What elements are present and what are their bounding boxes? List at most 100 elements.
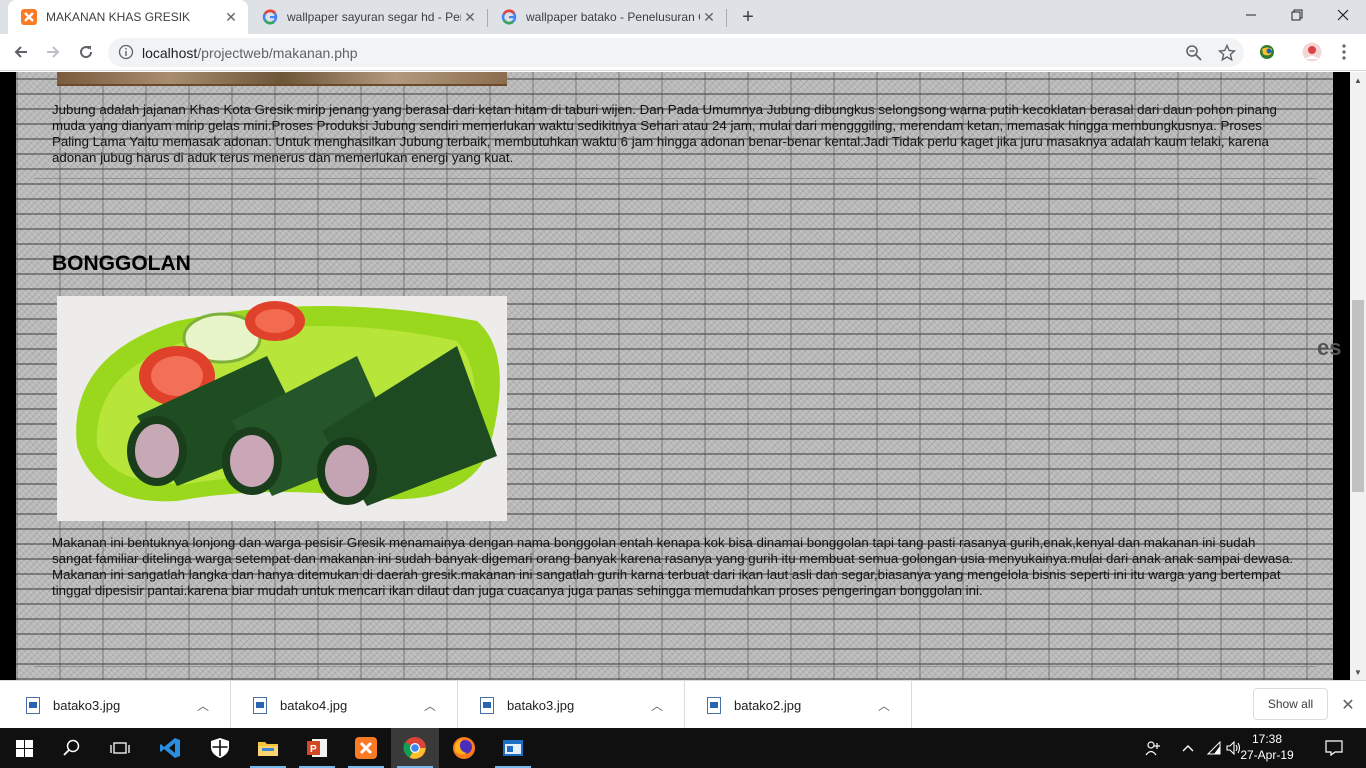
- url-path: /projectweb/makanan.php: [197, 45, 358, 61]
- forward-arrow-icon: [47, 46, 60, 58]
- download-item[interactable]: batako3.jpg ︿: [4, 681, 231, 729]
- chrome-icon: [403, 737, 426, 759]
- xampp-icon: [355, 737, 377, 759]
- download-filename: batako2.jpg: [734, 697, 802, 713]
- bonggolan-image: [57, 296, 507, 521]
- url-text: localhost/projectweb/makanan.php: [142, 45, 358, 61]
- chrome-menu-button[interactable]: [1330, 38, 1358, 66]
- brick-wall-background: Jubung adalah jajanan Khas Kota Gresik m…: [16, 72, 1333, 680]
- close-tab-icon[interactable]: ✕: [461, 8, 479, 26]
- chevron-up-icon[interactable]: ︿: [421, 697, 439, 714]
- task-view-icon: [110, 742, 130, 754]
- bookmark-star-icon[interactable]: [1218, 44, 1236, 62]
- image-file-icon: [26, 696, 40, 714]
- system-clock[interactable]: 17:38 27-Apr-19: [1236, 731, 1298, 763]
- image-file-icon: [480, 696, 494, 714]
- clock-date: 27-Apr-19: [1240, 748, 1294, 762]
- powerpoint-icon: P: [307, 739, 327, 757]
- close-window-button[interactable]: [1320, 0, 1366, 30]
- people-icon[interactable]: [1142, 728, 1164, 768]
- minimize-button[interactable]: [1228, 0, 1274, 30]
- notification-icon[interactable]: [1318, 728, 1350, 768]
- xampp-icon: [21, 9, 37, 25]
- image-file-icon: [707, 696, 721, 714]
- scroll-down-icon[interactable]: ▼: [1350, 664, 1366, 680]
- task-view-button[interactable]: [96, 728, 144, 768]
- vscode-icon: [160, 738, 180, 758]
- taskbar-powerpoint[interactable]: P: [293, 728, 341, 768]
- browser-toolbar: localhost/projectweb/makanan.php: [0, 34, 1366, 71]
- back-button[interactable]: [7, 38, 35, 66]
- taskbar-app-window[interactable]: [489, 728, 537, 768]
- scroll-thumb[interactable]: [1352, 300, 1364, 492]
- avatar-icon: [1302, 42, 1322, 62]
- folder-icon: [258, 742, 278, 756]
- download-item[interactable]: batako4.jpg ︿: [231, 681, 458, 729]
- close-shelf-icon[interactable]: ✕: [1338, 695, 1358, 715]
- wifi-icon[interactable]: [1204, 728, 1222, 768]
- bonggolan-description: Makanan ini bentuknya lonjong dan warga …: [52, 535, 1294, 598]
- download-filename: batako3.jpg: [507, 697, 575, 713]
- scroll-up-icon[interactable]: ▲: [1350, 72, 1366, 88]
- jubung-image-bottom: [57, 72, 507, 86]
- extension-globe-icon: [1260, 45, 1274, 59]
- bonggolan-heading: BONGGOLAN: [52, 252, 191, 275]
- taskbar-firefox[interactable]: [440, 728, 488, 768]
- close-tab-icon[interactable]: ✕: [700, 8, 718, 26]
- section-divider: [34, 178, 1316, 179]
- tab-title: wallpaper batako - Penelusuran G: [526, 10, 700, 24]
- address-bar[interactable]: localhost/projectweb/makanan.php: [108, 38, 1244, 67]
- info-icon[interactable]: [118, 44, 134, 60]
- tab-separator: [726, 9, 727, 27]
- download-filename: batako3.jpg: [53, 697, 121, 713]
- back-arrow-icon: [14, 46, 27, 58]
- download-shelf: batako3.jpg ︿ batako4.jpg ︿ batako3.jpg …: [0, 680, 1366, 729]
- chevron-up-icon[interactable]: ︿: [648, 697, 666, 714]
- clock-time: 17:38: [1251, 732, 1283, 746]
- show-all-button[interactable]: Show all: [1253, 688, 1328, 720]
- windows-logo-icon: [15, 739, 33, 757]
- tab-title: wallpaper sayuran segar hd - Pen: [287, 10, 461, 24]
- shield-icon: [211, 738, 229, 758]
- search-icon: [63, 739, 80, 756]
- google-icon: [501, 9, 517, 25]
- start-button[interactable]: [0, 728, 48, 768]
- download-item[interactable]: batako3.jpg ︿: [458, 681, 685, 729]
- tab-batako[interactable]: wallpaper batako - Penelusuran G ✕: [488, 0, 726, 34]
- windows-taskbar: P 17:38 27-Apr-19: [0, 728, 1366, 768]
- search-button[interactable]: [48, 728, 96, 768]
- more-vertical-icon: [1342, 44, 1346, 60]
- chevron-up-icon[interactable]: [1178, 728, 1198, 768]
- reload-button[interactable]: [72, 38, 100, 66]
- tab-sayuran[interactable]: wallpaper sayuran segar hd - Pen ✕: [249, 0, 487, 34]
- close-tab-icon[interactable]: ✕: [222, 8, 240, 26]
- zoom-icon[interactable]: [1185, 44, 1203, 62]
- chevron-up-icon[interactable]: ︿: [875, 697, 893, 714]
- download-filename: batako4.jpg: [280, 697, 348, 713]
- image-file-icon: [253, 696, 267, 714]
- url-host: localhost: [142, 45, 198, 61]
- extension-button[interactable]: [1253, 38, 1281, 66]
- app-window-icon: [503, 740, 523, 756]
- download-item[interactable]: batako2.jpg ︿: [685, 681, 912, 729]
- taskbar-file-explorer[interactable]: [244, 728, 292, 768]
- svg-text:P: P: [310, 744, 317, 755]
- new-tab-button[interactable]: +: [736, 5, 760, 29]
- profile-avatar[interactable]: [1298, 38, 1326, 66]
- firefox-icon: [453, 737, 475, 759]
- taskbar-chrome[interactable]: [391, 728, 439, 768]
- chevron-up-icon[interactable]: ︿: [194, 697, 212, 714]
- taskbar-security[interactable]: [196, 728, 244, 768]
- page-scrollbar[interactable]: ▲ ▼: [1350, 72, 1366, 680]
- forward-button[interactable]: [39, 38, 67, 66]
- tab-title: MAKANAN KHAS GRESIK: [46, 10, 191, 24]
- side-fragment-text: es: [1317, 335, 1342, 360]
- tab-makanan[interactable]: MAKANAN KHAS GRESIK ✕: [8, 0, 248, 34]
- restore-button[interactable]: [1274, 0, 1320, 30]
- section-divider: [34, 666, 1316, 667]
- page-viewport: Jubung adalah jajanan Khas Kota Gresik m…: [0, 72, 1366, 680]
- tab-strip: MAKANAN KHAS GRESIK ✕ wallpaper sayuran …: [0, 0, 1366, 34]
- taskbar-xampp[interactable]: [342, 728, 390, 768]
- taskbar-vscode[interactable]: [146, 728, 194, 768]
- jubung-description: Jubung adalah jajanan Khas Kota Gresik m…: [52, 102, 1277, 165]
